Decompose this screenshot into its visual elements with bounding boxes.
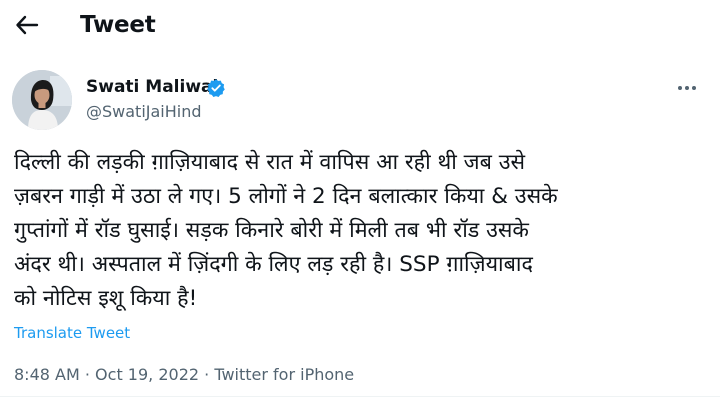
tweet-source[interactable]: Twitter for iPhone: [214, 365, 354, 384]
author-handle[interactable]: @SwatiJaiHind: [86, 101, 202, 123]
author-name[interactable]: Swati Maliwal: [86, 76, 218, 98]
tweet-text: दिल्ली की लड़की ग़ाज़ियाबाद से रात में व…: [14, 146, 714, 316]
translate-tweet-link[interactable]: Translate Tweet: [14, 323, 130, 343]
tweet-text-line: अंदर थी। अस्पताल में ज़िंदगी के लिए लड़ …: [14, 252, 533, 277]
avatar[interactable]: [12, 70, 72, 130]
divider: [0, 396, 720, 397]
verified-badge-icon: [206, 78, 226, 98]
tweet-text-line: को नोटिस इशू किया है!: [14, 286, 198, 311]
meta-separator: ·: [84, 365, 90, 384]
tweet-text-line: गुप्तांगों में रॉड घुसाई। सड़क किनारे बो…: [14, 218, 529, 243]
meta-separator: ·: [204, 365, 210, 384]
tweet-header: Tweet: [0, 0, 720, 52]
tweet-text-line: दिल्ली की लड़की ग़ाज़ियाबाद से रात में व…: [14, 150, 526, 175]
tweet-date[interactable]: Oct 19, 2022: [95, 365, 199, 384]
tweet-meta: 8:48 AM · Oct 19, 2022 · Twitter for iPh…: [14, 364, 354, 386]
page-title: Tweet: [80, 12, 156, 38]
tweet-text-line: ज़बरन गाड़ी में उठा ले गए। 5 लोगों ने 2 …: [14, 184, 558, 209]
arrow-left-icon[interactable]: [14, 11, 40, 39]
tweet-time[interactable]: 8:48 AM: [14, 365, 80, 384]
more-options-icon[interactable]: [674, 78, 700, 98]
